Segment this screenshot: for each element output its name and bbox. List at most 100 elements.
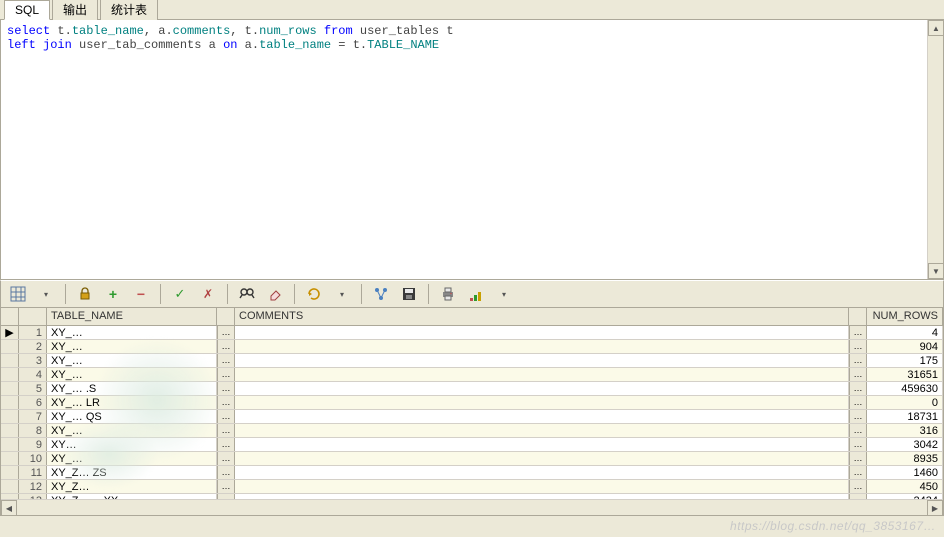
tab-sql[interactable]: SQL [4,0,50,20]
cell-edit-button[interactable]: … [217,368,235,381]
cell-edit-button[interactable]: … [217,424,235,437]
save-icon[interactable] [398,283,420,305]
cell-num-rows[interactable]: 3042 [867,438,943,451]
cell-comments[interactable] [235,340,849,353]
cell-edit-button[interactable]: … [849,354,867,367]
cell-table-name[interactable]: XY_… [47,368,217,381]
table-row[interactable]: 6XY_… LR……0 [1,396,943,410]
refresh-icon[interactable] [303,283,325,305]
cell-table-name[interactable]: XY_Z… [47,480,217,493]
dropdown-refresh-icon[interactable]: ▾ [331,283,353,305]
col-header-comments[interactable]: COMMENTS [235,308,849,325]
scroll-up-icon[interactable]: ▲ [928,20,944,36]
cell-edit-button[interactable]: … [849,438,867,451]
print-icon[interactable] [437,283,459,305]
cell-table-name[interactable]: XY_… .S [47,382,217,395]
table-row[interactable]: 8XY_………316 [1,424,943,438]
table-row[interactable]: 9XY………3042 [1,438,943,452]
cell-table-name[interactable]: XY_… [47,354,217,367]
cell-edit-button[interactable]: … [849,340,867,353]
cell-num-rows[interactable]: 459630 [867,382,943,395]
cell-table-name[interactable]: XY_… QS [47,410,217,423]
find-icon[interactable] [236,283,258,305]
post-edit-icon[interactable]: ✓ [169,283,191,305]
grid-body[interactable]: ▶1XY_………42XY_………9043XY_………1754XY_………3165… [1,326,943,508]
cell-comments[interactable] [235,368,849,381]
table-row[interactable]: 5XY_… .S……459630 [1,382,943,396]
link-query-icon[interactable] [370,283,392,305]
cell-edit-button[interactable]: … [217,480,235,493]
erase-icon[interactable] [264,283,286,305]
col-header-num-rows[interactable]: NUM_ROWS [867,308,943,325]
tab-stats[interactable]: 统计表 [100,0,158,20]
scroll-right-icon[interactable]: ▶ [927,500,943,516]
cell-num-rows[interactable]: 1460 [867,466,943,479]
cell-edit-button[interactable]: … [217,340,235,353]
cell-num-rows[interactable]: 175 [867,354,943,367]
cell-table-name[interactable]: XY_… LR [47,396,217,409]
vertical-scrollbar[interactable]: ▲ ▼ [927,20,943,279]
sql-editor[interactable]: select t.table_name, a.comments, t.num_r… [1,20,943,56]
col-header-table-name[interactable]: TABLE_NAME [47,308,217,325]
cell-edit-button[interactable]: … [849,326,867,339]
cell-edit-button[interactable]: … [849,452,867,465]
cell-edit-button[interactable]: … [217,438,235,451]
cell-edit-button[interactable]: … [217,382,235,395]
cell-comments[interactable] [235,480,849,493]
dropdown-export-icon[interactable]: ▾ [493,283,515,305]
horizontal-scrollbar[interactable]: ◀ ▶ [1,499,943,515]
cell-edit-button[interactable]: … [217,326,235,339]
cell-num-rows[interactable]: 18731 [867,410,943,423]
cell-comments[interactable] [235,396,849,409]
scroll-left-icon[interactable]: ◀ [1,500,17,516]
grid-view-icon[interactable] [7,283,29,305]
table-row[interactable]: 11XY_Z… ZS……1460 [1,466,943,480]
cell-edit-button[interactable]: … [217,452,235,465]
cell-edit-button[interactable]: … [849,480,867,493]
cell-edit-button[interactable]: … [849,410,867,423]
cell-table-name[interactable]: XY_… [47,326,217,339]
table-row[interactable]: 4XY_………31651 [1,368,943,382]
cell-table-name[interactable]: XY_Z… ZS [47,466,217,479]
cell-table-name[interactable]: XY_… [47,340,217,353]
scroll-down-icon[interactable]: ▼ [928,263,944,279]
tab-output[interactable]: 输出 [52,0,98,20]
cell-num-rows[interactable]: 904 [867,340,943,353]
cell-comments[interactable] [235,354,849,367]
cell-edit-button[interactable]: … [217,396,235,409]
cell-table-name[interactable]: XY… [47,438,217,451]
cell-edit-button[interactable]: … [849,382,867,395]
cell-num-rows[interactable]: 316 [867,424,943,437]
cell-edit-button[interactable]: … [849,466,867,479]
cell-edit-button[interactable]: … [217,354,235,367]
cell-comments[interactable] [235,466,849,479]
cell-num-rows[interactable]: 31651 [867,368,943,381]
cell-comments[interactable] [235,410,849,423]
cell-edit-button[interactable]: … [217,410,235,423]
cell-comments[interactable] [235,326,849,339]
lock-icon[interactable] [74,283,96,305]
dropdown-grid-icon[interactable]: ▾ [35,283,57,305]
cell-comments[interactable] [235,424,849,437]
cell-edit-button[interactable]: … [849,424,867,437]
cell-edit-button[interactable]: … [217,466,235,479]
cell-table-name[interactable]: XY_… [47,452,217,465]
table-row[interactable]: ▶1XY_………4 [1,326,943,340]
cell-num-rows[interactable]: 0 [867,396,943,409]
cancel-edit-icon[interactable]: ✗ [197,283,219,305]
cell-num-rows[interactable]: 8935 [867,452,943,465]
cell-comments[interactable] [235,382,849,395]
cell-edit-button[interactable]: … [849,368,867,381]
delete-row-icon[interactable]: − [130,283,152,305]
cell-edit-button[interactable]: … [849,396,867,409]
table-row[interactable]: 3XY_………175 [1,354,943,368]
cell-num-rows[interactable]: 4 [867,326,943,339]
table-row[interactable]: 7XY_… QS……18731 [1,410,943,424]
cell-comments[interactable] [235,438,849,451]
table-row[interactable]: 2XY_………904 [1,340,943,354]
cell-comments[interactable] [235,452,849,465]
add-row-icon[interactable]: + [102,283,124,305]
cell-num-rows[interactable]: 450 [867,480,943,493]
cell-table-name[interactable]: XY_… [47,424,217,437]
export-icon[interactable] [465,283,487,305]
